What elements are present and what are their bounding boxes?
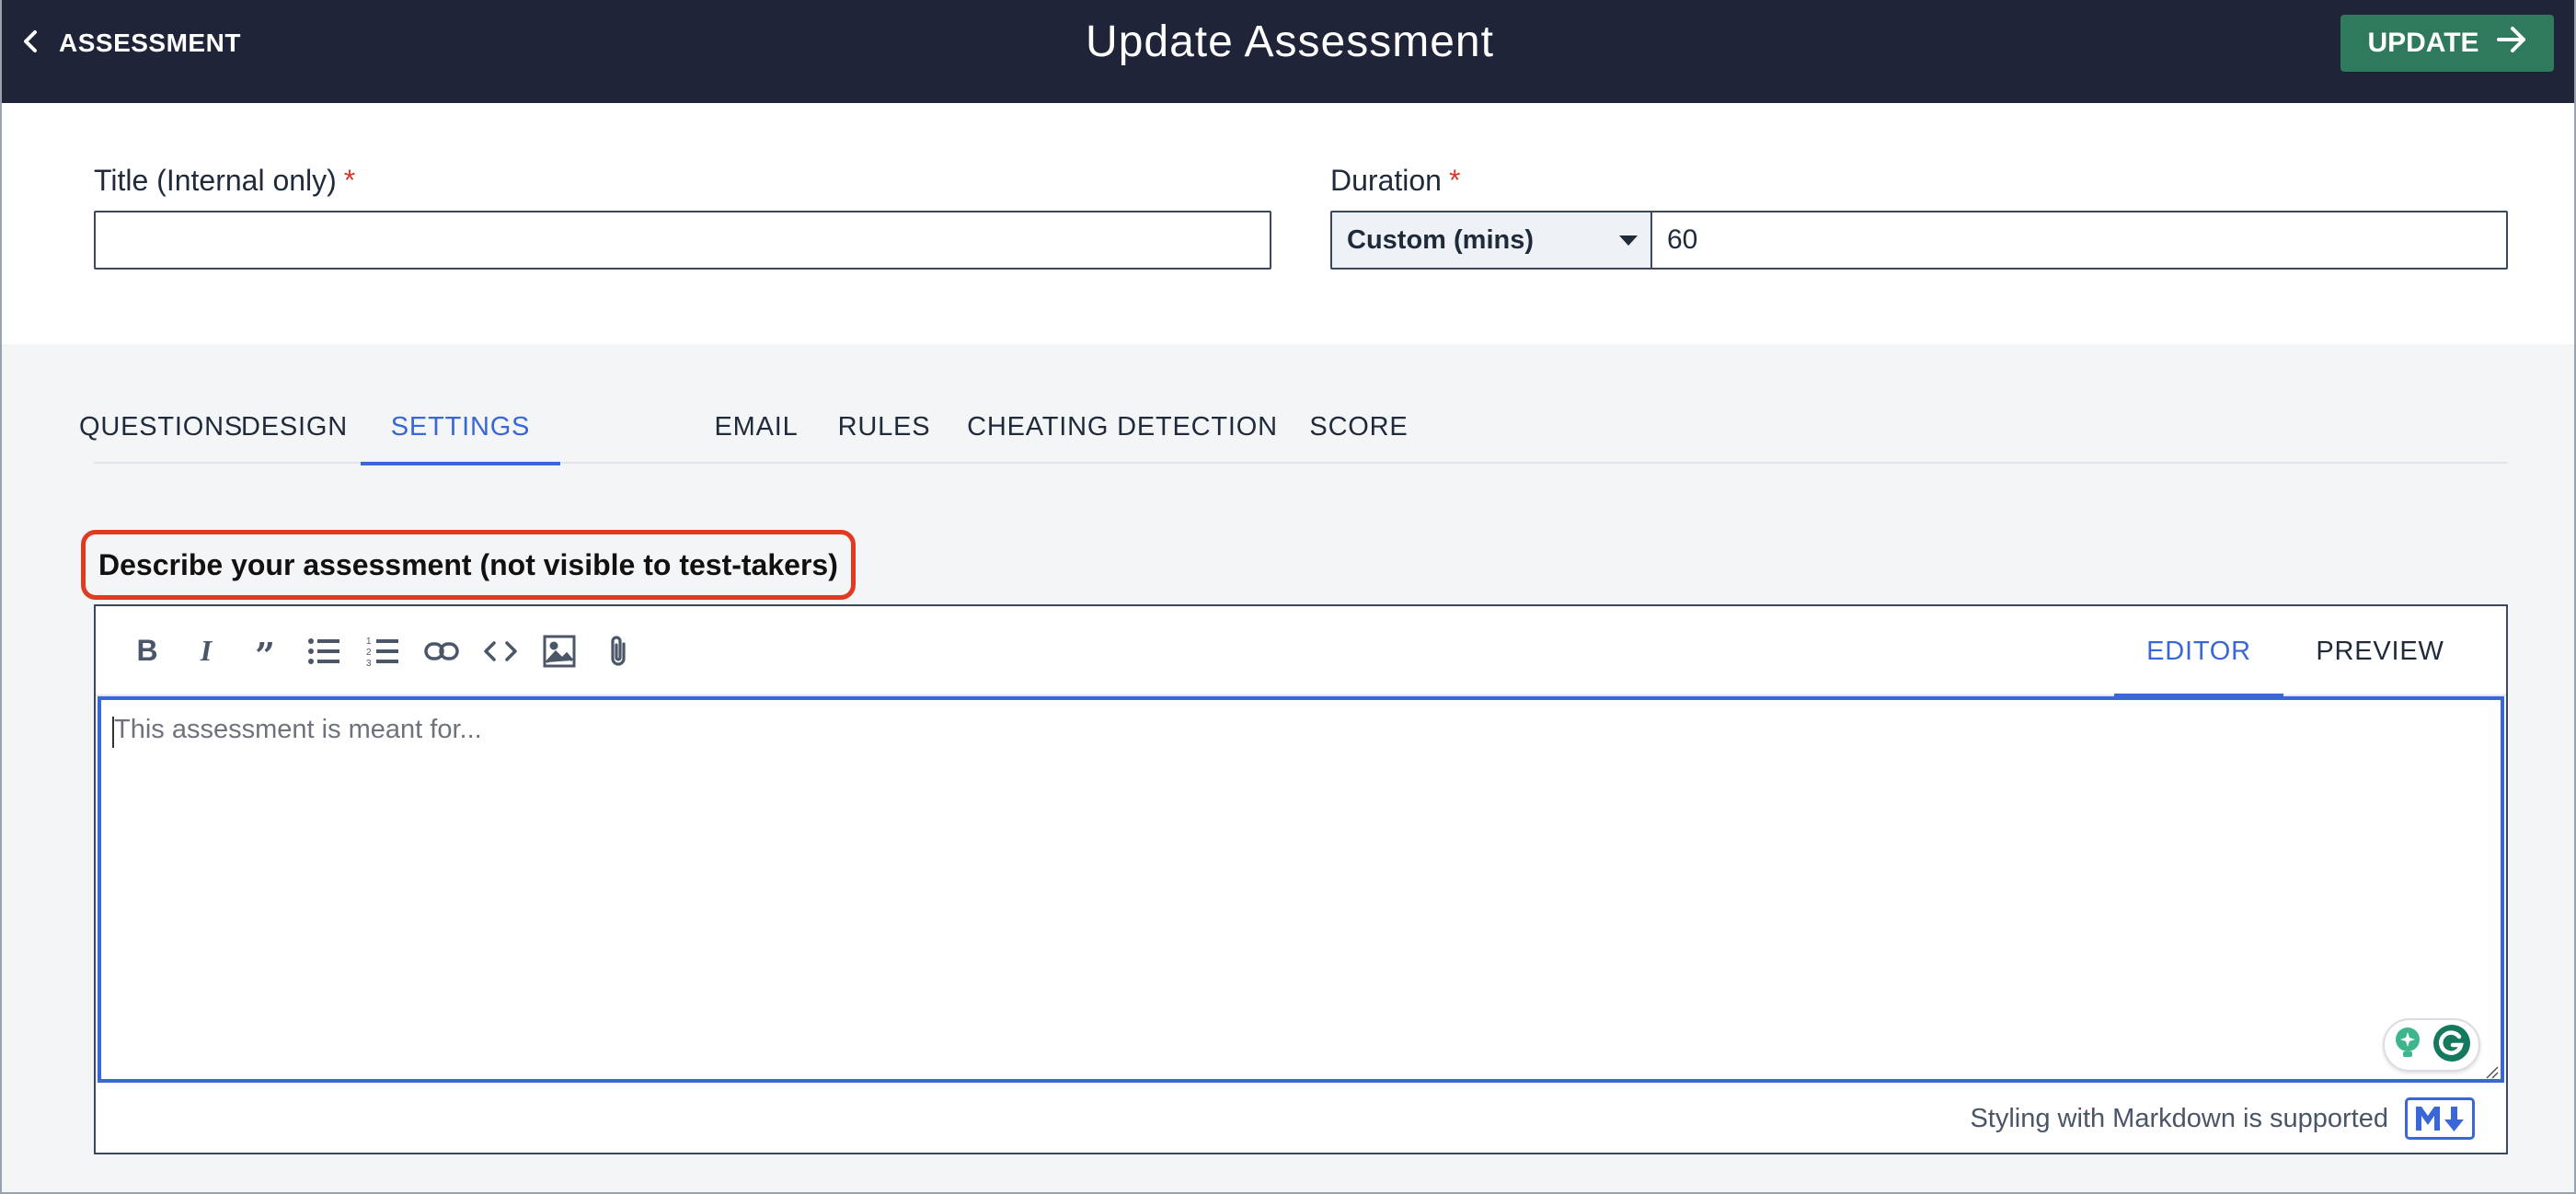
attachment-icon[interactable] bbox=[598, 631, 638, 672]
editor-mode-tab[interactable]: EDITOR bbox=[2114, 606, 2283, 698]
text-cursor bbox=[112, 717, 114, 748]
svg-text:1: 1 bbox=[366, 637, 372, 647]
svg-text:”: ” bbox=[255, 635, 275, 670]
svg-text:I: I bbox=[200, 634, 213, 667]
tab-cheating-detection[interactable]: CHEATING DETECTION bbox=[946, 390, 1299, 464]
title-field-label: Title (Internal only) * bbox=[94, 164, 355, 198]
editor-footer: Styling with Markdown is supported bbox=[96, 1083, 2506, 1154]
duration-minutes-input[interactable] bbox=[1652, 212, 2506, 268]
caret-down-icon bbox=[1619, 235, 1638, 246]
numbered-list-icon[interactable]: 123 bbox=[362, 631, 403, 672]
bold-icon[interactable]: B bbox=[127, 631, 167, 672]
tab-questions[interactable]: QUESTIONS bbox=[79, 390, 242, 464]
app-frame: ASSESSMENT Update Assessment UPDATE Titl… bbox=[0, 0, 2576, 1194]
resize-handle-icon[interactable] bbox=[2484, 1064, 2499, 1079]
code-icon[interactable] bbox=[480, 631, 521, 672]
update-button[interactable]: UPDATE bbox=[2340, 15, 2554, 72]
arrow-right-icon bbox=[2496, 26, 2527, 61]
grammarly-icon bbox=[2432, 1024, 2471, 1067]
markdown-icon[interactable] bbox=[2405, 1097, 2475, 1140]
preview-mode-tab[interactable]: PREVIEW bbox=[2283, 606, 2477, 696]
title-input[interactable] bbox=[94, 211, 1271, 270]
top-header: ASSESSMENT Update Assessment UPDATE bbox=[2, 0, 2574, 103]
assessment-tabs: QUESTIONS DESIGN SETTINGS EMAIL RULES CH… bbox=[79, 390, 2508, 465]
required-marker: * bbox=[1448, 164, 1461, 197]
duration-field-label: Duration * bbox=[1330, 164, 1460, 198]
duration-label-text: Duration bbox=[1330, 164, 1442, 197]
duration-control: Custom (mins) bbox=[1330, 211, 2508, 270]
italic-icon[interactable]: I bbox=[186, 631, 226, 672]
description-label: Describe your assessment (not visible to… bbox=[81, 530, 856, 600]
update-label: UPDATE bbox=[2367, 28, 2479, 58]
quote-icon[interactable]: ” bbox=[245, 631, 285, 672]
bulleted-list-icon[interactable] bbox=[304, 631, 344, 672]
tab-email[interactable]: EMAIL bbox=[690, 390, 822, 464]
description-textarea[interactable] bbox=[98, 696, 2504, 1083]
page-title: Update Assessment bbox=[1086, 17, 1494, 66]
tab-rules[interactable]: RULES bbox=[822, 390, 946, 464]
svg-text:B: B bbox=[136, 634, 157, 667]
svg-text:3: 3 bbox=[366, 659, 372, 669]
editor-toolbar: B I ” 123 EDITOR PREVIEW bbox=[96, 606, 2506, 698]
svg-text:2: 2 bbox=[366, 648, 372, 658]
markdown-editor: B I ” 123 EDITOR PREVIEW This assessment… bbox=[94, 604, 2508, 1154]
tab-score[interactable]: SCORE bbox=[1299, 390, 1419, 464]
link-icon[interactable] bbox=[421, 631, 462, 672]
title-label-text: Title (Internal only) bbox=[94, 164, 337, 197]
required-marker: * bbox=[343, 164, 356, 197]
duration-mode-select[interactable]: Custom (mins) bbox=[1332, 212, 1652, 268]
tab-settings[interactable]: SETTINGS bbox=[361, 390, 560, 465]
settings-area: QUESTIONS DESIGN SETTINGS EMAIL RULES CH… bbox=[2, 344, 2574, 1192]
duration-mode-value: Custom (mins) bbox=[1347, 224, 1534, 255]
markdown-support-note: Styling with Markdown is supported bbox=[1970, 1103, 2388, 1133]
lightbulb-icon bbox=[2392, 1026, 2423, 1065]
image-icon[interactable] bbox=[539, 631, 580, 672]
grammarly-widget[interactable] bbox=[2383, 1018, 2480, 1072]
tab-design[interactable]: DESIGN bbox=[228, 390, 361, 464]
